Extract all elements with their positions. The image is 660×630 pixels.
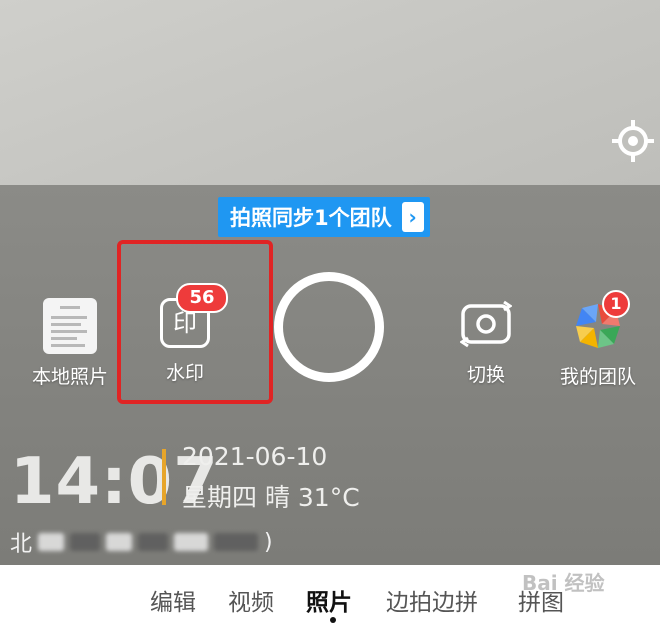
active-mode-indicator — [330, 617, 336, 623]
mode-edit[interactable]: 编辑 — [150, 583, 196, 617]
location-suffix: ) — [264, 529, 273, 555]
my-team-label: 我的团队 — [559, 366, 636, 388]
highlight-frame — [117, 240, 273, 404]
sync-banner-text: 拍照同步1个团队 — [230, 206, 392, 230]
stamp-divider — [162, 449, 166, 505]
redacted-block — [106, 533, 133, 551]
team-notification-badge: 1 — [602, 290, 630, 318]
switch-label: 切换 — [466, 364, 505, 386]
album-thumbnail — [43, 298, 97, 354]
site-watermark-logo: Bai 经验 — [522, 571, 605, 595]
stamp-location: 北 ) — [10, 526, 273, 558]
redacted-block — [70, 533, 101, 551]
mode-video[interactable]: 视频 — [228, 583, 274, 617]
chevron-right-icon: › — [401, 202, 424, 232]
my-team-button[interactable]: 我的团队 — [550, 300, 646, 389]
redacted-block — [38, 533, 65, 551]
location-prefix: 北 — [10, 532, 33, 557]
local-photos-button[interactable]: 本地照片 — [22, 298, 118, 389]
mode-shoot-and-stitch[interactable]: 边拍边拼 — [386, 583, 478, 617]
redacted-block — [174, 533, 209, 551]
local-photos-label: 本地照片 — [31, 366, 108, 388]
sync-team-banner[interactable]: 拍照同步1个团队 › — [218, 197, 430, 237]
redacted-block — [214, 533, 259, 551]
stamp-date: 2021-06-10 — [182, 442, 328, 471]
stamp-weather: 星期四 晴 31°C — [182, 483, 360, 512]
viewfinder-top — [0, 0, 660, 185]
camera-switch-icon — [459, 300, 513, 348]
redacted-block — [138, 533, 169, 551]
shutter-button[interactable] — [274, 272, 384, 382]
switch-camera-button[interactable]: 切换 — [448, 300, 524, 387]
locate-icon[interactable] — [610, 118, 656, 164]
mode-photo[interactable]: 照片 — [306, 583, 352, 617]
